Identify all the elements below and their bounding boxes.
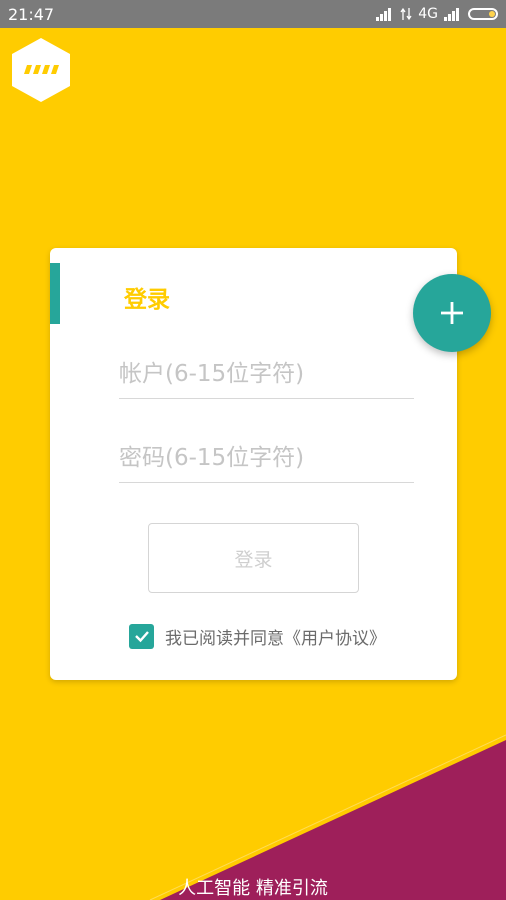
agreement-row: 我已阅读并同意《用户协议》: [129, 623, 386, 649]
login-button[interactable]: 登录: [148, 523, 359, 593]
agreement-link[interactable]: 我已阅读并同意《用户协议》: [165, 624, 386, 649]
register-fab-button[interactable]: [413, 274, 491, 352]
signal-icon: [376, 7, 394, 21]
battery-icon: [468, 8, 498, 20]
account-input[interactable]: [119, 354, 414, 399]
network-type: 4G: [418, 6, 438, 22]
signal-icon: [444, 7, 462, 21]
card-accent-bar: [50, 263, 60, 324]
status-time: 21:47: [8, 5, 55, 24]
agreement-checkbox[interactable]: [129, 623, 154, 649]
data-arrows-icon: [400, 7, 412, 21]
slogan-text: 人工智能 精准引流: [178, 878, 328, 899]
checkmark-icon: [134, 631, 149, 643]
plus-icon: [441, 302, 463, 324]
password-input[interactable]: [119, 438, 414, 483]
hexagon-logo-icon: [12, 38, 70, 102]
bottom-decoration: [149, 734, 506, 900]
login-card: 登录 登录 我已阅读并同意《用户协议》: [50, 248, 457, 680]
status-icons: 4G: [376, 5, 498, 23]
status-bar: 21:47 4G: [0, 0, 506, 28]
login-title: 登录: [124, 287, 170, 313]
